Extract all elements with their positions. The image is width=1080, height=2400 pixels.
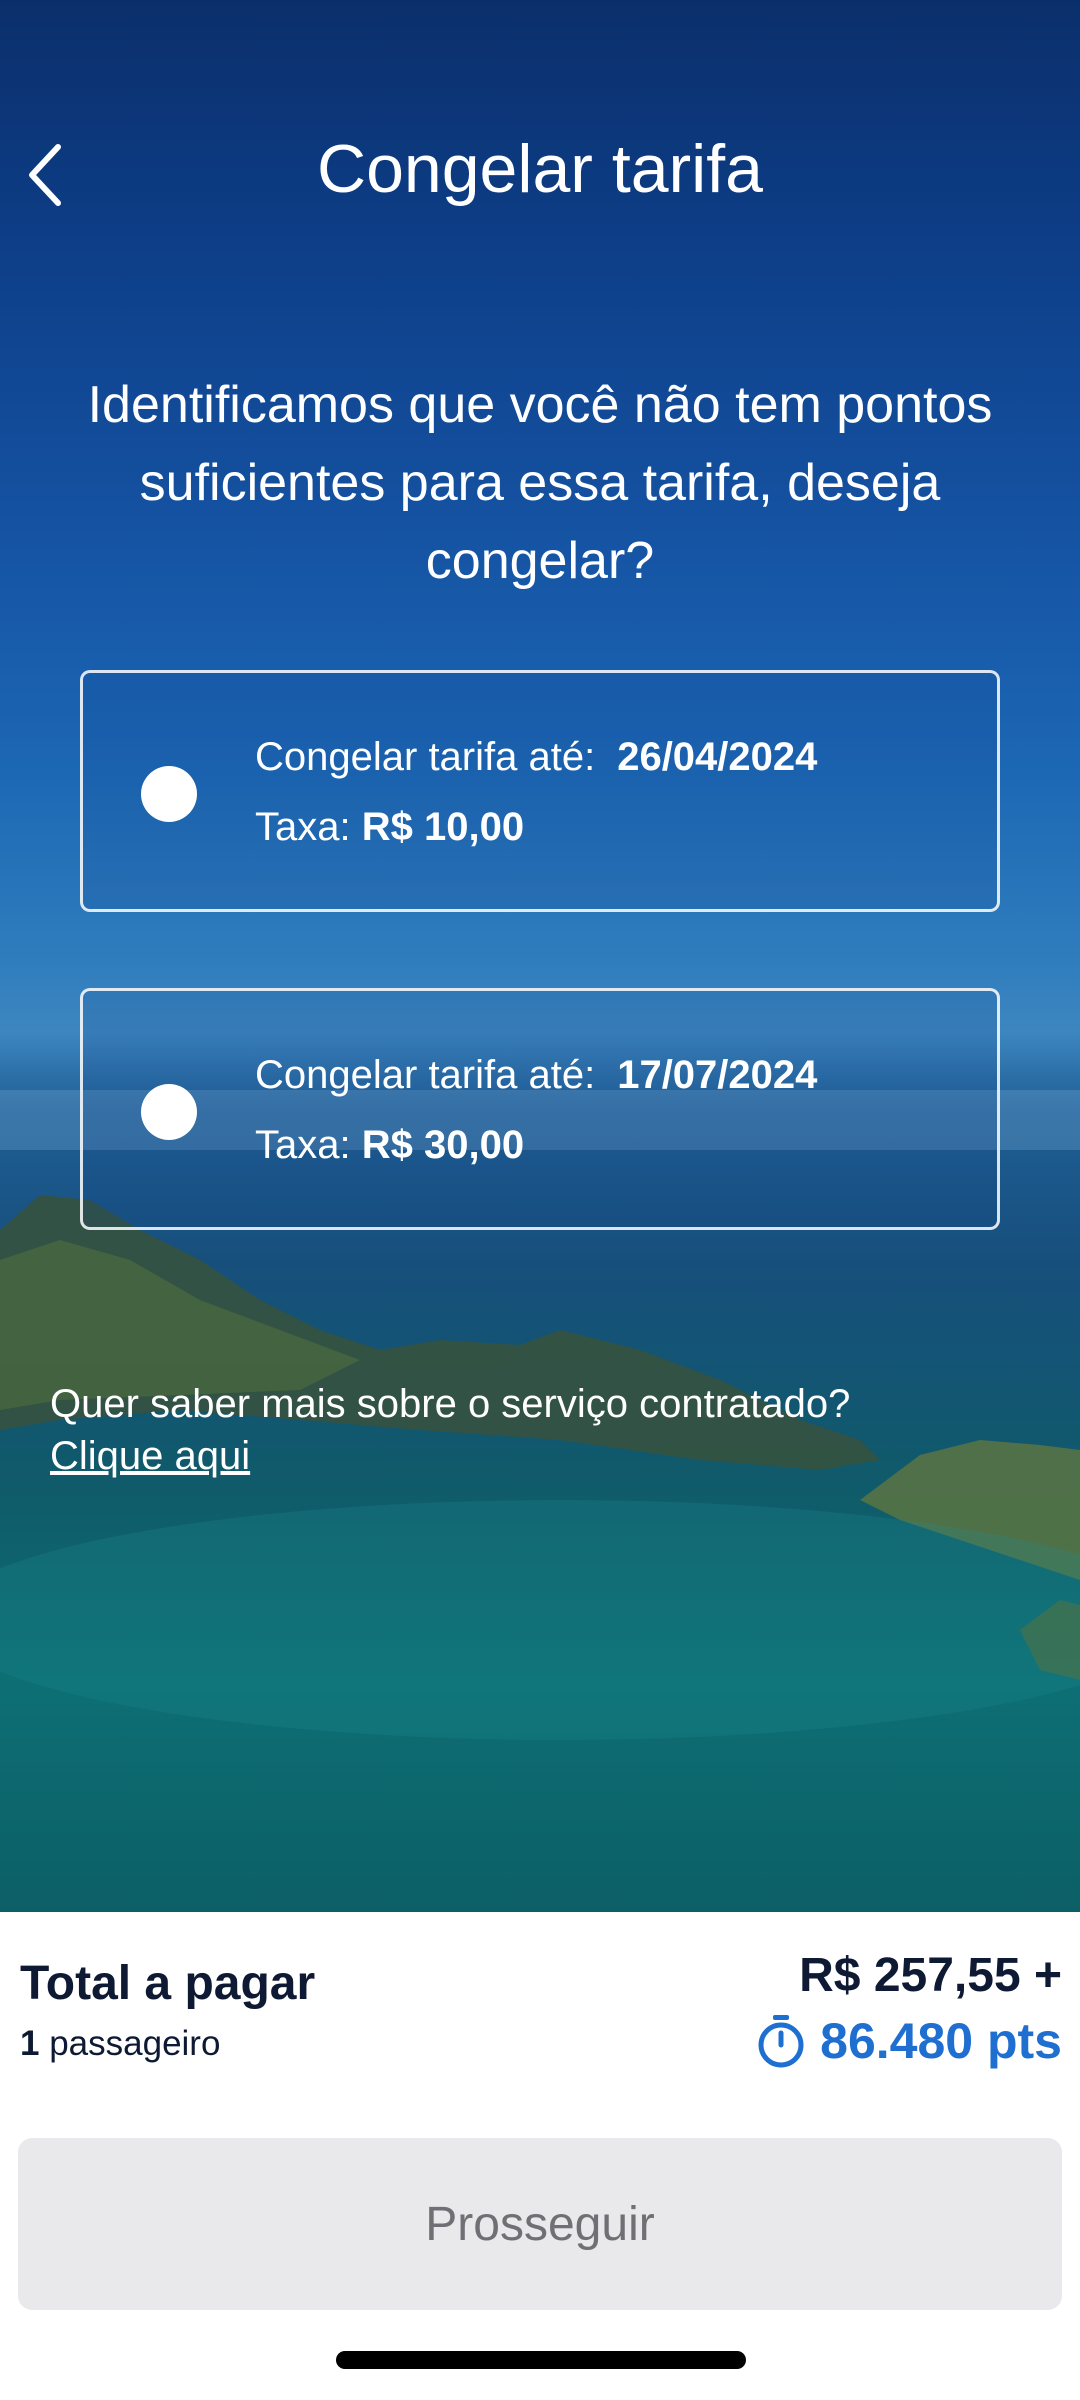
click-here-link[interactable]: Clique aqui xyxy=(50,1430,850,1482)
service-info: Quer saber mais sobre o serviço contrata… xyxy=(50,1378,850,1482)
total-price: R$ 257,55 + xyxy=(799,1949,1062,2002)
option-label: Congelar tarifa até: xyxy=(255,735,596,779)
home-indicator xyxy=(336,2351,746,2369)
option-date: 26/04/2024 xyxy=(617,735,818,779)
proceed-button[interactable]: Prosseguir xyxy=(18,2138,1062,2310)
insufficient-points-message: Identificamos que você não tem pontos su… xyxy=(87,376,993,590)
total-points: 86.480 pts xyxy=(756,2012,1062,2070)
fee-value: R$ 30,00 xyxy=(361,1123,525,1167)
service-info-question: Quer saber mais sobre o serviço contrata… xyxy=(50,1382,851,1426)
coastline-scenery xyxy=(0,1090,1080,1740)
option-date-line: Congelar tarifa até: 26/04/2024 xyxy=(255,735,817,780)
fee-label: Taxa: xyxy=(255,805,351,849)
background-image: Congelar tarifa Identificamos que você n… xyxy=(0,0,1080,1912)
option-fee-line: Taxa: R$ 30,00 xyxy=(255,1123,524,1168)
passenger-count: 1 xyxy=(20,2024,40,2063)
freeze-option-2[interactable]: Congelar tarifa até: 17/07/2024 Taxa: R$ … xyxy=(80,988,1000,1230)
fee-label: Taxa: xyxy=(255,1123,351,1167)
option-date-line: Congelar tarifa até: 17/07/2024 xyxy=(255,1053,817,1098)
option-label: Congelar tarifa até: xyxy=(255,1053,596,1097)
page-title: Congelar tarifa xyxy=(316,131,764,207)
option-fee-line: Taxa: R$ 10,00 xyxy=(255,805,524,850)
total-label: Total a pagar xyxy=(20,1957,316,2010)
fee-value: R$ 10,00 xyxy=(361,805,525,849)
passenger-info: 1 passageiro xyxy=(20,2024,220,2064)
payment-footer: Total a pagar 1 passageiro R$ 257,55 + 8… xyxy=(0,1912,1080,2400)
radio-button[interactable] xyxy=(141,1084,197,1140)
freeze-option-1[interactable]: Congelar tarifa até: 26/04/2024 Taxa: R$ … xyxy=(80,670,1000,912)
stopwatch-icon xyxy=(758,2015,804,2068)
passenger-label: passageiro xyxy=(49,2024,221,2063)
points-value: 86.480 pts xyxy=(820,2013,1062,2069)
option-date: 17/07/2024 xyxy=(617,1053,818,1097)
radio-button[interactable] xyxy=(141,766,197,822)
